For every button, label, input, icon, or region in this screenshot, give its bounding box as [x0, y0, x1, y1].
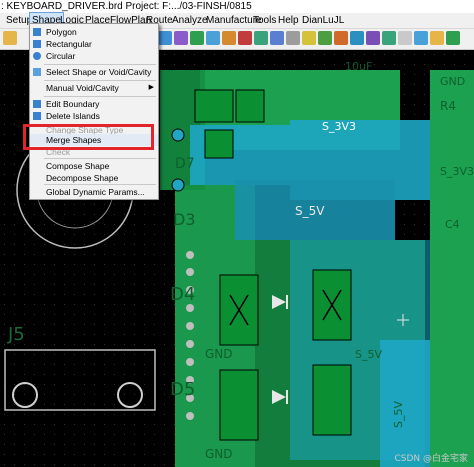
polygon-icon: [33, 28, 41, 36]
menu-item-select-shape[interactable]: Select Shape or Void/Cavity: [30, 66, 158, 78]
watermark: CSDN @白金宅家: [394, 454, 468, 464]
toolbar-place-icon[interactable]: [334, 31, 348, 45]
toolbar-3d-icon[interactable]: [254, 31, 268, 45]
toolbar-layer-icon[interactable]: [382, 31, 396, 45]
toolbar-fit-icon[interactable]: [222, 31, 236, 45]
menu-item-circular[interactable]: Circular: [30, 50, 158, 62]
menu-item-manual-void[interactable]: Manual Void/Cavity ▶: [30, 82, 158, 94]
select-shape-icon: [33, 68, 41, 76]
ref-r4: R4: [440, 99, 456, 113]
circle-icon: [33, 52, 41, 60]
menu-tools[interactable]: Tools: [251, 13, 278, 28]
toolbar-grid-icon[interactable]: [270, 31, 284, 45]
rectangle-icon: [33, 40, 41, 48]
window-title-bar: : KEYBOARD_DRIVER.brd Project: F:.../03-…: [0, 0, 474, 13]
net-label-5v-low: S_5V: [355, 348, 382, 361]
ref-j5: J5: [7, 324, 25, 345]
toolbar-settings-icon[interactable]: [446, 31, 460, 45]
toolbar-shape-icon[interactable]: [366, 31, 380, 45]
menu-item-global-dynamic-params[interactable]: Global Dynamic Params...: [30, 186, 158, 198]
ref-d7: D7: [175, 156, 195, 172]
net-label-3v3-top: S_3V3: [322, 120, 356, 133]
net-label-5v-vertical: S_5V: [392, 401, 405, 428]
ref-d4: D4: [170, 284, 195, 305]
menu-help[interactable]: Help: [276, 13, 301, 28]
toolbar-export-icon[interactable]: [430, 31, 444, 45]
menu-item-decompose-shape[interactable]: Decompose Shape: [30, 172, 158, 184]
toolbar-route-icon[interactable]: [318, 31, 332, 45]
ref-d3: D3: [173, 210, 196, 229]
toolbar-drc-icon[interactable]: [414, 31, 428, 45]
toolbar-open-icon[interactable]: [3, 31, 17, 45]
toolbar-check-icon[interactable]: [350, 31, 364, 45]
menu-item-delete-islands[interactable]: Delete Islands: [30, 110, 158, 122]
toolbar-refresh-icon[interactable]: [206, 31, 220, 45]
menu-item-compose-shape[interactable]: Compose Shape: [30, 160, 158, 172]
edit-boundary-icon: [33, 100, 41, 108]
net-label-3v3-right: S_3V3: [440, 165, 474, 178]
toolbar-highlight-icon[interactable]: [302, 31, 316, 45]
toolbar-zoom-in-icon[interactable]: [174, 31, 188, 45]
menu-separator: [44, 64, 156, 65]
gnd-label-c: GND: [440, 75, 465, 88]
submenu-arrow-icon: ▶: [148, 84, 154, 91]
menu-separator: [44, 158, 156, 159]
menu-dianlujl[interactable]: DianLuJL: [300, 13, 346, 28]
menu-separator: [44, 96, 156, 97]
net-label-5v-mid: S_5V: [295, 204, 325, 218]
delete-islands-icon: [33, 112, 41, 120]
toolbar-stop-icon[interactable]: [238, 31, 252, 45]
ref-d5: D5: [170, 379, 195, 400]
ref-10uf: 10uF: [345, 60, 372, 73]
menu-item-rectangular[interactable]: Rectangular: [30, 38, 158, 50]
toolbar-zoom-out-icon[interactable]: [190, 31, 204, 45]
ref-c4: C4: [445, 218, 460, 231]
merge-shapes-highlight-box: [23, 124, 154, 150]
gnd-label-b: GND: [205, 447, 233, 461]
toolbar-measure-icon[interactable]: [286, 31, 300, 45]
menu-item-polygon[interactable]: Polygon: [30, 26, 158, 38]
toolbar-zoom-icon[interactable]: [158, 31, 172, 45]
menu-separator: [44, 184, 156, 185]
toolbar-display-icon[interactable]: [398, 31, 412, 45]
gnd-label-a: GND: [205, 347, 233, 361]
menu-separator: [44, 80, 156, 81]
window-title: : KEYBOARD_DRIVER.brd Project: F:.../03-…: [1, 1, 252, 12]
menu-item-edit-boundary[interactable]: Edit Boundary: [30, 98, 158, 110]
shape-menu-dropdown: Polygon Rectangular Circular Select Shap…: [29, 23, 159, 200]
